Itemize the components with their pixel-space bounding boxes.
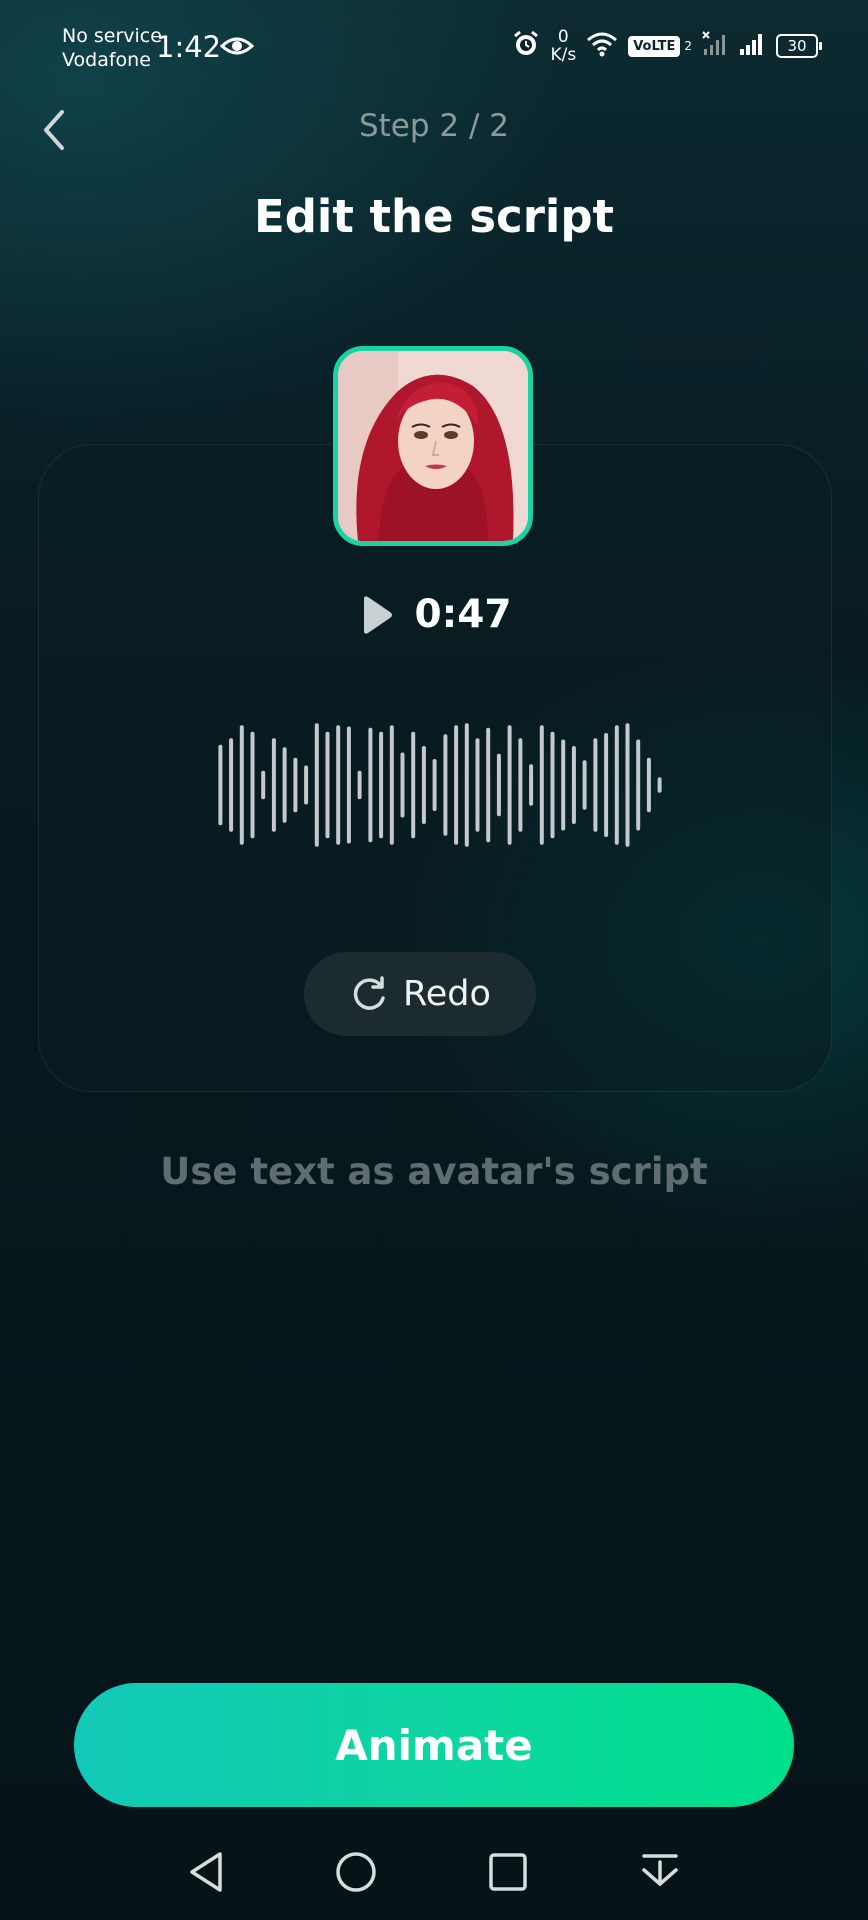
waveform-bar (421, 746, 426, 824)
recents-square-icon[interactable] (476, 1840, 540, 1904)
status-icons: 0 K/s VoLTE 2 30 (512, 26, 822, 66)
waveform-bar (346, 726, 351, 844)
signal-icon-sim2 (702, 31, 728, 61)
waveform-bar (379, 731, 384, 839)
waveform-bar (293, 757, 298, 813)
waveform-bar (261, 770, 266, 800)
redo-label: Redo (403, 974, 491, 1014)
back-triangle-icon[interactable] (174, 1840, 238, 1904)
animate-button[interactable]: Animate (74, 1683, 794, 1807)
avatar (333, 346, 533, 546)
waveform-bar (539, 725, 544, 845)
waveform-bar (314, 723, 319, 847)
net-speed-unit: K/s (550, 45, 577, 65)
waveform-bar (336, 725, 341, 845)
waveform-bar (582, 760, 587, 810)
waveform-bar (657, 777, 662, 793)
waveform-bar (229, 738, 234, 832)
waveform-bar (550, 731, 555, 839)
waveform-bar (218, 744, 223, 826)
waveform-bar (389, 725, 394, 845)
status-carrier: No service Vodafone (62, 24, 162, 72)
waveform-bar (593, 738, 598, 832)
waveform-bar (304, 765, 309, 805)
waveform-bar (282, 747, 287, 823)
waveform-bar (400, 752, 405, 818)
waveform-bar (239, 725, 244, 845)
audio-waveform (218, 723, 662, 847)
waveform-bar (443, 734, 448, 836)
carrier-line-2: Vodafone (62, 49, 151, 71)
redo-button[interactable]: Redo (304, 952, 536, 1036)
play-icon[interactable] (356, 593, 396, 637)
audio-player: 0:47 (0, 592, 868, 637)
waveform-bar (507, 725, 512, 845)
eye-icon (219, 34, 255, 58)
system-nav-bar (0, 1840, 868, 1904)
wifi-icon (586, 31, 618, 61)
refresh-icon (353, 976, 385, 1010)
net-speed: 0 K/s (550, 28, 576, 64)
battery-icon: 30 (776, 34, 822, 58)
volte-badge: VoLTE (628, 35, 681, 57)
waveform-bar (357, 770, 362, 800)
waveform-bar (529, 764, 534, 806)
waveform-bar (368, 727, 373, 843)
waveform-bar (411, 731, 416, 839)
sim2-label: 2 (684, 39, 692, 53)
waveform-bar (636, 739, 641, 831)
page-title: Edit the script (253, 190, 615, 243)
waveform-bar (571, 746, 576, 824)
waveform-bar (486, 727, 491, 843)
home-circle-icon[interactable] (324, 1840, 388, 1904)
waveform-bar (432, 759, 437, 811)
net-speed-value: 0 (557, 27, 569, 47)
waveform-bar (646, 757, 651, 813)
carrier-line-1: No service (62, 25, 162, 47)
waveform-bar (271, 738, 276, 832)
signal-icon (738, 31, 766, 61)
waveform-bar (475, 738, 480, 832)
alarm-icon (512, 30, 540, 62)
status-time: 1:42 (156, 30, 222, 64)
audio-duration: 0:47 (414, 592, 512, 637)
waveform-bar (518, 738, 523, 832)
use-text-script-option[interactable]: Use text as avatar's script (0, 1150, 868, 1193)
waveform-bar (625, 723, 630, 847)
waveform-bar (325, 731, 330, 839)
waveform-bar (464, 723, 469, 847)
waveform-bar (454, 725, 459, 845)
waveform-bar (496, 753, 501, 817)
waveform-bar (604, 733, 609, 837)
waveform-bar (250, 731, 255, 839)
animate-label: Animate (335, 1720, 533, 1770)
waveform-bar (561, 739, 566, 831)
dropdown-menu-icon[interactable] (628, 1840, 692, 1904)
waveform-bar (614, 725, 619, 845)
step-indicator: Step 2 / 2 (358, 108, 510, 144)
